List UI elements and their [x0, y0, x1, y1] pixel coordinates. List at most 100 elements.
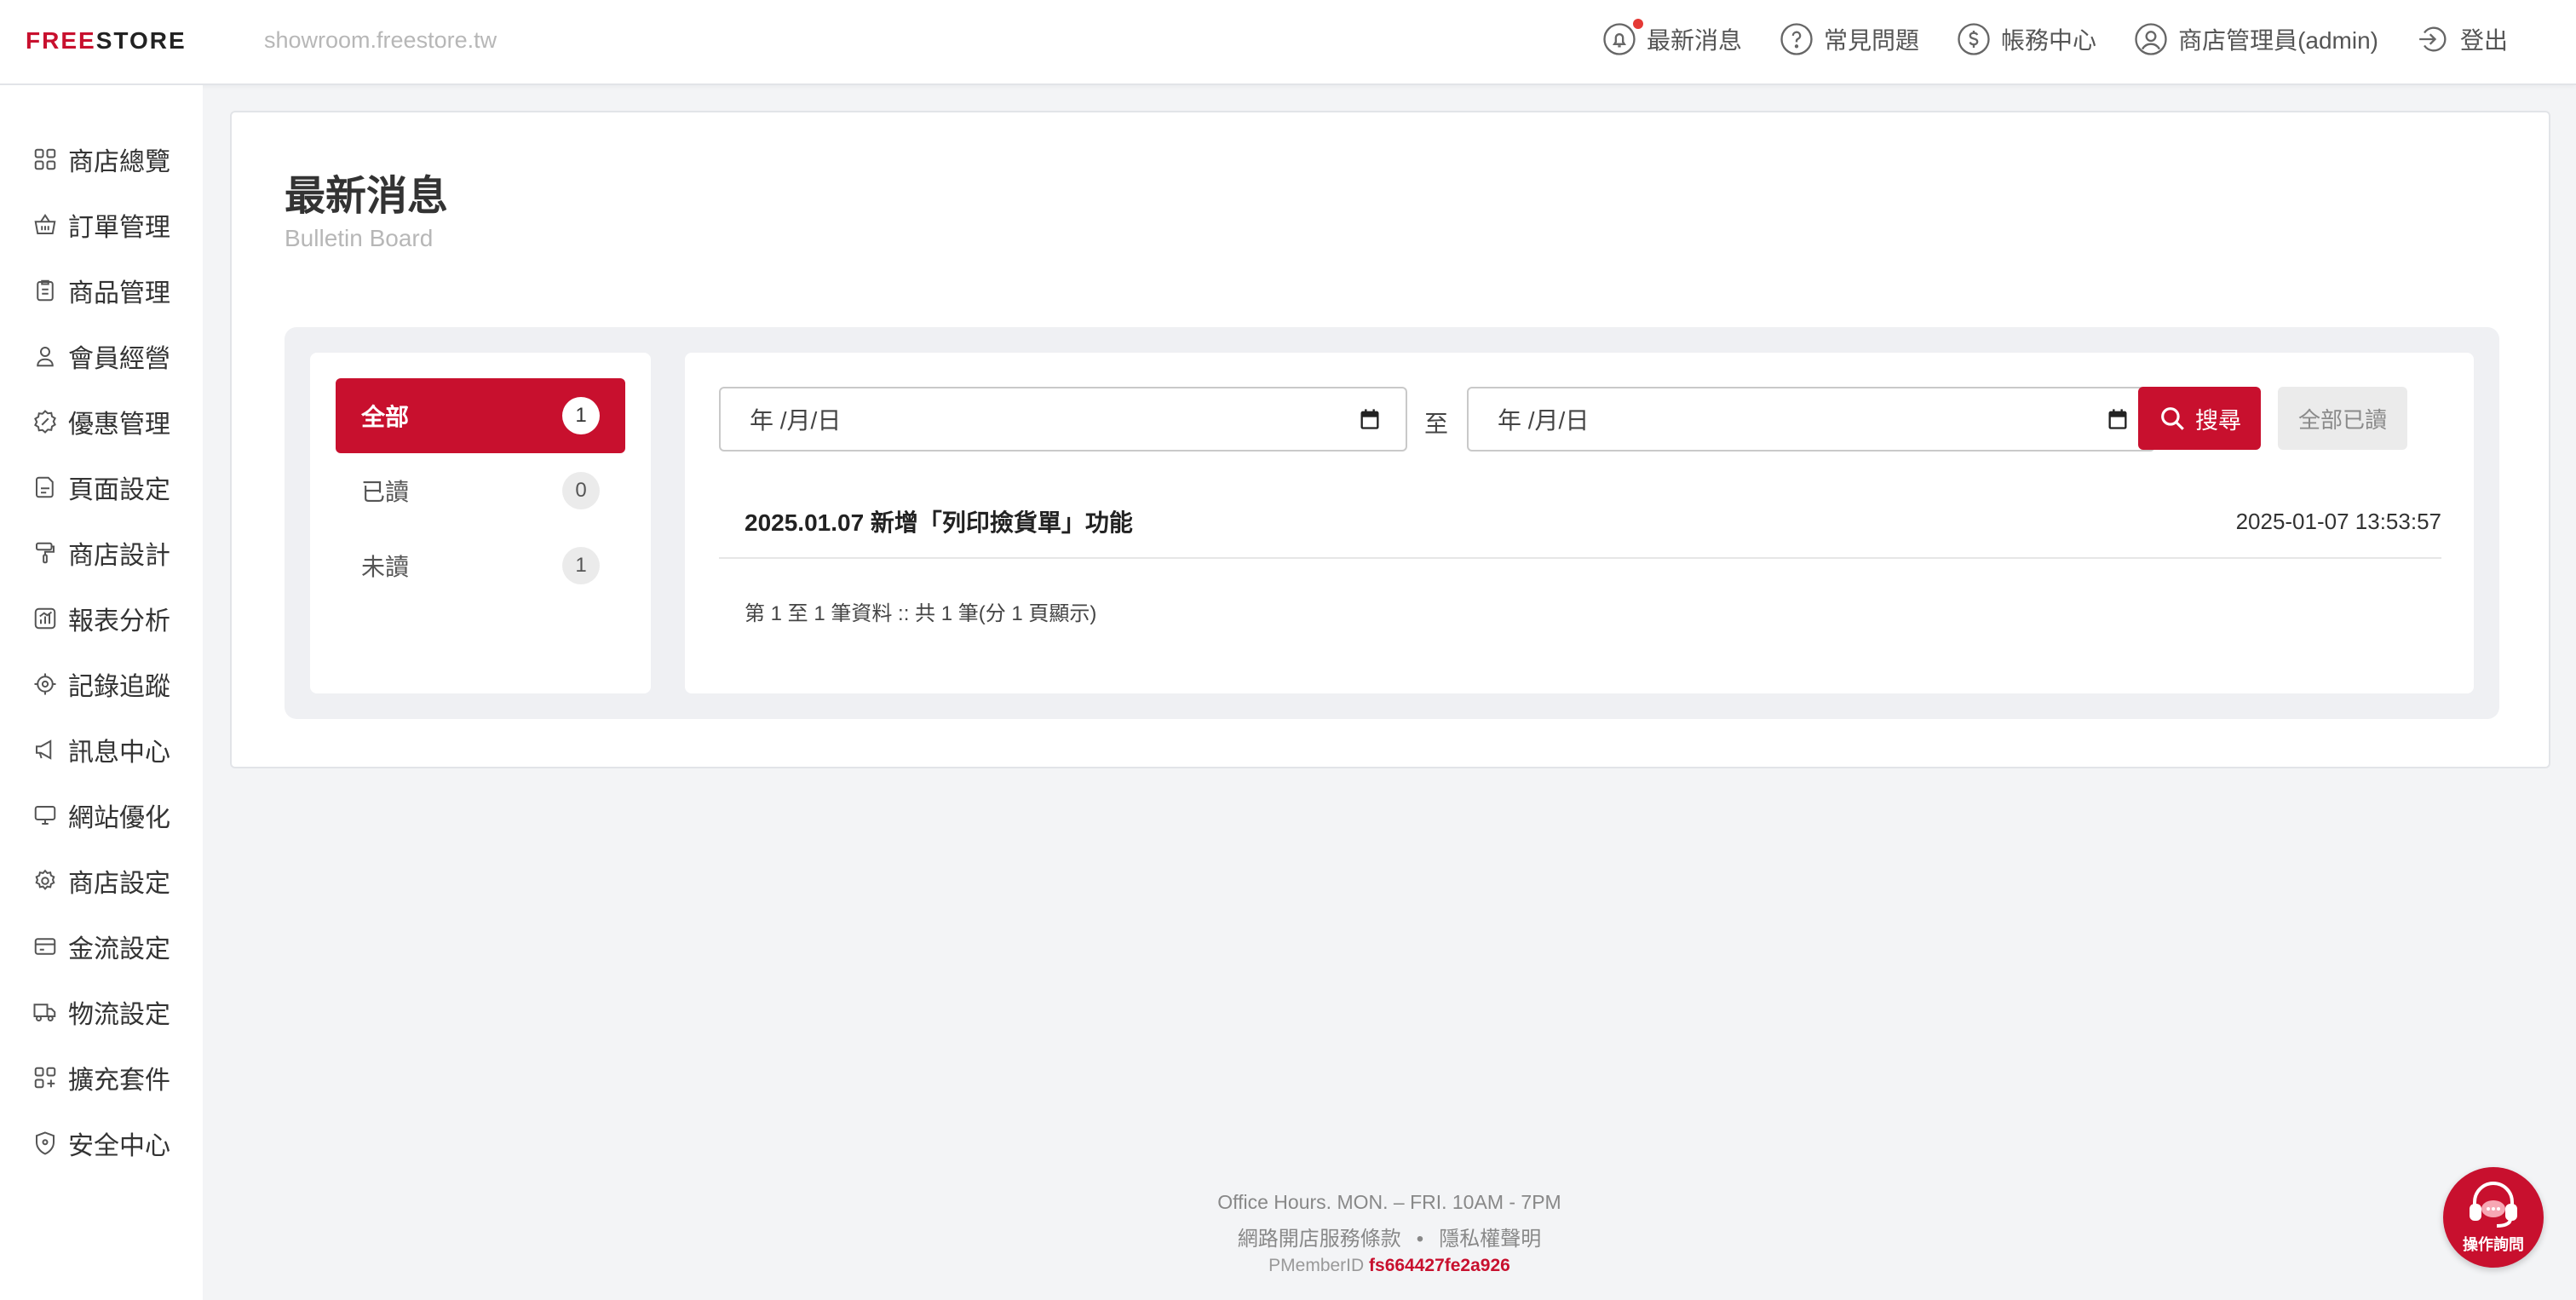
- sidebar-item-label: 訂單管理: [68, 213, 170, 242]
- sidebar-item-label: 訊息中心: [68, 738, 170, 767]
- file-icon: [36, 476, 54, 498]
- sidebar-item-label: 頁面設定: [68, 475, 170, 504]
- page-title: 最新消息: [285, 174, 449, 219]
- logout-icon: [2419, 26, 2447, 52]
- nav-logout[interactable]: 登出: [2416, 22, 2508, 56]
- filter-read[interactable]: 已讀 0: [336, 453, 625, 528]
- search-icon: [2161, 407, 2184, 430]
- count-badge: 1: [562, 397, 600, 434]
- sidebar-item-messages[interactable]: 訊息中心: [0, 716, 203, 782]
- nav-billing-label: 帳務中心: [2001, 27, 2097, 54]
- mark-all-read-button[interactable]: 全部已讀: [2278, 387, 2407, 450]
- nav-admin[interactable]: 商店管理員(admin): [2134, 22, 2378, 56]
- calendar-icon[interactable]: [2106, 407, 2130, 431]
- nav-admin-label: 商店管理員(admin): [2178, 27, 2378, 54]
- help-chat-button[interactable]: 操作詢問: [2443, 1167, 2544, 1268]
- sidebar-item-pages[interactable]: 頁面設定: [0, 454, 203, 520]
- search-button[interactable]: 搜尋: [2138, 387, 2261, 450]
- chart-icon: [34, 607, 56, 629]
- nav-faq-label: 常見問題: [1824, 27, 1920, 54]
- megaphone-icon: [36, 739, 52, 760]
- search-button-label: 搜尋: [2195, 407, 2241, 434]
- nav-logout-label: 登出: [2459, 27, 2508, 54]
- bell-icon: [1603, 23, 1636, 55]
- sidebar-item-orders[interactable]: 訂單管理: [0, 192, 203, 257]
- sidebar-item-tracking[interactable]: 記錄追蹤: [0, 651, 203, 716]
- date-range-separator: 至: [1424, 411, 1449, 437]
- nav-news-label: 最新消息: [1647, 27, 1743, 54]
- filter-label: 未讀: [361, 554, 410, 580]
- store-domain: showroom.freestore.tw: [264, 27, 497, 53]
- filter-list: 全部 1 已讀 0 未讀 1: [310, 353, 651, 693]
- nav-faq[interactable]: 常見問題: [1780, 22, 1919, 56]
- target-icon: [34, 673, 56, 694]
- nav-billing[interactable]: 帳務中心: [1957, 22, 2096, 56]
- sidebar-item-design[interactable]: 商店設計: [0, 520, 203, 585]
- sidebar-item-label: 報表分析: [68, 607, 170, 636]
- privacy-link[interactable]: 隱私權聲明: [1439, 1228, 1541, 1251]
- sidebar-item-settings[interactable]: 商店設定: [0, 848, 203, 913]
- sidebar-item-label: 擴充套件: [68, 1066, 170, 1095]
- office-hours: Office Hours. MON. – FRI. 10AM - 7PM: [1217, 1191, 1561, 1213]
- date-from-input[interactable]: 年 /月/日: [719, 387, 1407, 452]
- sidebar-item-extensions[interactable]: 擴充套件: [0, 1044, 203, 1110]
- nav-news[interactable]: 最新消息: [1602, 19, 1743, 56]
- credit-card-icon: [34, 937, 56, 955]
- sidebar-item-members[interactable]: 會員經營: [0, 323, 203, 388]
- bulletin-card: 最新消息 Bulletin Board 全部 1 已讀 0 未讀 1 年 /月/…: [230, 111, 2550, 768]
- date-to-value: 年 /月/日: [1498, 407, 1590, 434]
- top-nav: 最新消息 常見問題 帳務中心 商店管理員(admin) 登出: [1602, 19, 2508, 56]
- sidebar-item-label: 會員經營: [68, 344, 170, 373]
- sidebar-item-reports[interactable]: 報表分析: [0, 585, 203, 651]
- pmember-label: PMemberID: [1268, 1256, 1365, 1275]
- sidebar-item-security[interactable]: 安全中心: [0, 1110, 203, 1176]
- shield-icon: [36, 1130, 55, 1155]
- date-from-value: 年 /月/日: [750, 407, 842, 434]
- sidebar-item-seo[interactable]: 網站優化: [0, 782, 203, 848]
- news-list-area: 年 /月/日 至 年 /月/日 搜尋 全部已讀 2025.01.07 新增「列印…: [685, 353, 2474, 693]
- top-bar: FREESTORE showroom.freestore.tw 最新消息 常見問…: [0, 0, 2576, 85]
- user-circle-icon: [2135, 23, 2167, 55]
- sidebar-item-label: 商店設定: [68, 869, 170, 898]
- pmember-value: fs664427fe2a926: [1369, 1256, 1510, 1275]
- sidebar-item-label: 記錄追蹤: [68, 672, 170, 701]
- question-icon: [1780, 23, 1813, 55]
- pagination-info: 第 1 至 1 筆資料 :: 共 1 筆(分 1 頁顯示): [745, 602, 1097, 625]
- pmember-id: PMemberID fs664427fe2a926: [203, 1256, 2576, 1276]
- sidebar-item-label: 安全中心: [68, 1131, 170, 1160]
- paint-roller-icon: [36, 542, 55, 563]
- sidebar-item-label: 商店設計: [68, 541, 170, 570]
- unread-dot: [1633, 19, 1644, 29]
- footer-links: 網路開店服務條款 • 隱私權聲明: [203, 1222, 2576, 1256]
- filter-label: 已讀: [361, 479, 410, 505]
- sidebar-item-discounts[interactable]: 優惠管理: [0, 388, 203, 454]
- terms-link[interactable]: 網路開店服務條款: [1238, 1228, 1401, 1251]
- sidebar-item-shipping[interactable]: 物流設定: [0, 979, 203, 1044]
- sidebar-item-overview[interactable]: 商店總覽: [0, 126, 203, 192]
- sidebar-item-label: 金流設定: [68, 935, 170, 963]
- news-title[interactable]: 2025.01.07 新增「列印撿貨單」功能: [745, 504, 1133, 538]
- help-label: 操作詢問: [2463, 1236, 2524, 1253]
- truck-icon: [33, 1003, 56, 1021]
- sidebar: 商店總覽 訂單管理 商品管理 會員經營 優惠管理 頁面設定 商店設計 報表分析: [0, 85, 203, 1300]
- calendar-icon[interactable]: [1358, 407, 1382, 431]
- user-icon: [37, 346, 54, 366]
- dollar-icon: [1958, 23, 1990, 55]
- headset-icon: [2470, 1182, 2517, 1228]
- basket-icon: [34, 213, 56, 234]
- sidebar-item-label: 商品管理: [68, 279, 170, 308]
- footer-separator: •: [1416, 1228, 1424, 1251]
- date-to-input[interactable]: 年 /月/日: [1467, 387, 2155, 452]
- filter-all[interactable]: 全部 1: [336, 378, 625, 453]
- apps-add-icon: [34, 1067, 56, 1088]
- freestore-logo[interactable]: FREESTORE: [26, 27, 187, 55]
- filter-label: 全部: [361, 404, 410, 430]
- gear-icon: [35, 869, 55, 890]
- bulletin-panel: 全部 1 已讀 0 未讀 1 年 /月/日 至 年 /月/日 搜尋 全部已讀 2…: [285, 327, 2499, 719]
- discount-icon: [34, 409, 56, 434]
- sidebar-item-payments[interactable]: 金流設定: [0, 913, 203, 979]
- sidebar-item-products[interactable]: 商品管理: [0, 257, 203, 323]
- news-item[interactable]: 2025.01.07 新增「列印撿貨單」功能 2025-01-07 13:53:…: [719, 486, 2441, 559]
- filter-unread[interactable]: 未讀 1: [336, 528, 625, 603]
- page-subtitle: Bulletin Board: [285, 225, 434, 251]
